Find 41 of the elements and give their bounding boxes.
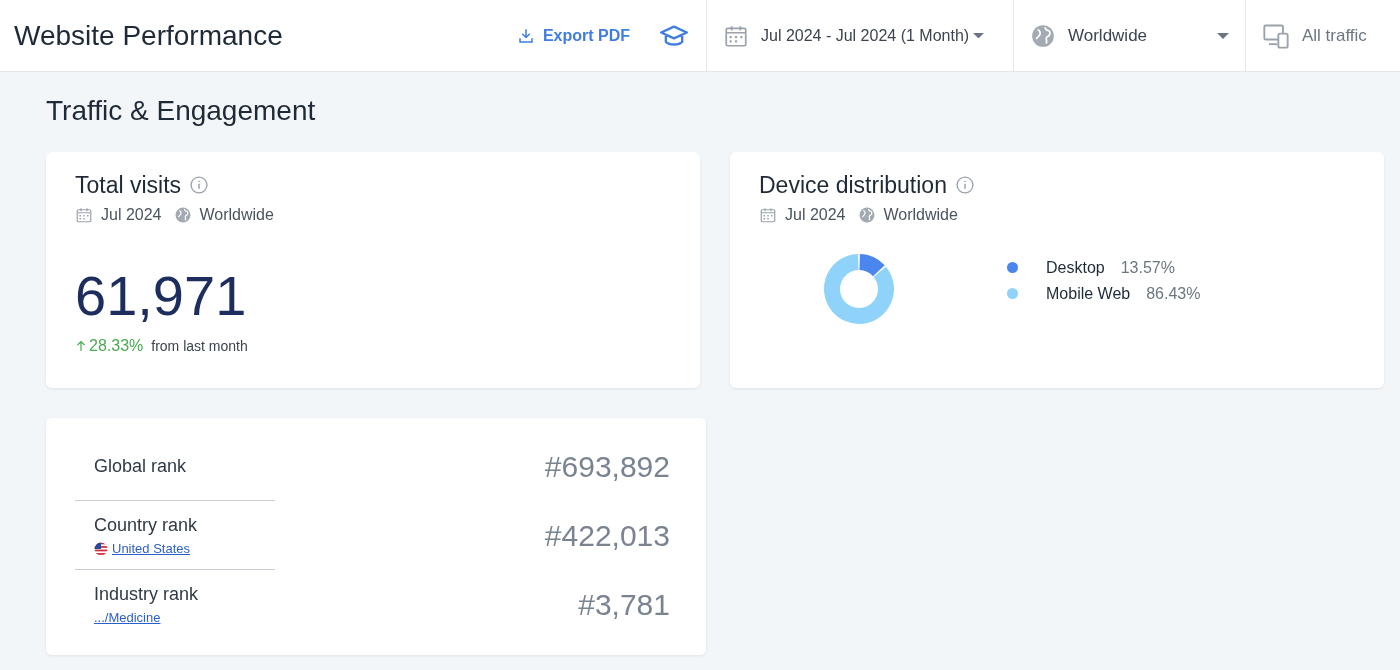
download-icon [516, 26, 535, 45]
rank-link[interactable]: United States [112, 538, 191, 559]
section-title: Traffic & Engagement [46, 94, 317, 128]
calendar-icon [75, 205, 93, 224]
caret-icon [973, 32, 985, 39]
calendar-icon [759, 205, 777, 224]
date-label: Jul 2024 [101, 204, 162, 225]
legend-dot [1007, 262, 1018, 273]
visits-value: 61,971 [75, 264, 248, 327]
export-pdf-button[interactable]: Export PDF [510, 22, 636, 49]
legend-value: 13.57% [1120, 257, 1175, 278]
rank-label: Country rank [94, 513, 198, 537]
globe-icon [173, 205, 192, 224]
info-icon [189, 175, 210, 196]
page-title: Website Performance [13, 18, 284, 53]
legend-label: Mobile Web [1046, 283, 1131, 304]
change-value: 28.33% [89, 336, 144, 357]
card-title: Total visits [75, 171, 182, 200]
rank-value: #422,013 [544, 517, 670, 554]
caret-icon [1217, 32, 1229, 39]
rank-label: Industry rank [94, 582, 199, 606]
rank-value: #3,781 [578, 586, 670, 623]
region-label: Worldwide [883, 204, 958, 225]
globe-icon [857, 205, 876, 224]
date-range-dropdown[interactable]: Jul 2024 - Jul 2024 (1 Month) [706, 0, 1013, 72]
region-dropdown[interactable]: Worldwide [1013, 0, 1245, 72]
legend-value: 86.43% [1146, 283, 1201, 304]
region-label: Worldwide [199, 204, 274, 225]
legend-label: Desktop [1046, 257, 1105, 278]
rank-link[interactable]: .../Medicine [94, 607, 161, 628]
info-icon [954, 175, 975, 196]
rank-value: #693,892 [544, 448, 670, 485]
flag-icon [94, 541, 108, 556]
legend-dot [1007, 288, 1018, 299]
card-title: Device distribution [759, 171, 947, 200]
globe-icon [1030, 22, 1056, 49]
date-label: Jul 2024 [785, 204, 846, 225]
up-arrow-icon [75, 339, 87, 354]
rank-label: Global rank [94, 454, 187, 478]
change-note: from last month [151, 336, 248, 356]
traffic-dropdown[interactable]: All traffic [1245, 0, 1400, 72]
